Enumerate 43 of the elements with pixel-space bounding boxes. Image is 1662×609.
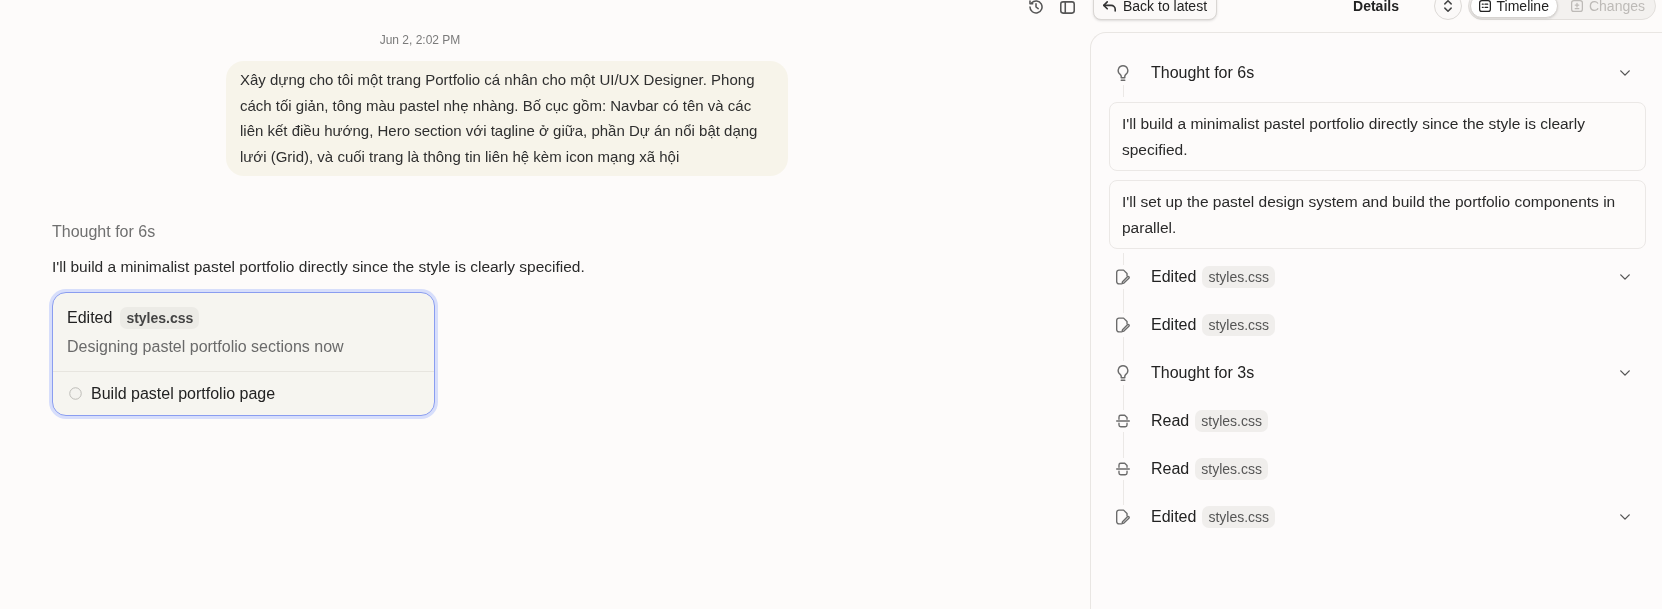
history-icon[interactable] (1029, 0, 1043, 14)
split-file-icon (1116, 462, 1130, 476)
timeline-item-label: Read (1151, 459, 1190, 479)
file-pencil-icon (1116, 317, 1130, 333)
file-name-tag: styles.css (120, 307, 200, 329)
file-name-tag: styles.css (1195, 458, 1268, 480)
thought-note: I'll set up the pastel design system and build the portfolio components in parallel. (1109, 180, 1646, 249)
thought-note: I'll build a minimalist pastel portfolio directly since the style is clearly specified. (1109, 102, 1646, 171)
lightbulb-icon (1117, 365, 1129, 381)
assistant-reply: I'll build a minimalist pastel portfolio directly since the style is clearly specified. (52, 257, 585, 277)
expand-collapse-button[interactable] (1433, 0, 1462, 20)
lightbulb-icon (1117, 65, 1129, 81)
user-message-bubble: Xây dựng cho tôi một trang Portfolio cá nhân cho một UI/UX Designer. Phong cách tối giản, tông màu pastel nhẹ nhàng. Bố cục gồm: Navbar có tên và các liên kết điều hướng, Hero section với tagline ở giữa, phần Dự án nổi bật dạng lưới (Grid), và cuối trang là thông tin liên hệ kèm icon mạng xã hội (226, 61, 788, 176)
timeline-item-label: Read (1151, 411, 1190, 431)
chevron-up-down-icon (1443, 0, 1452, 12)
timeline-item-label: Edited (1151, 315, 1197, 335)
status-text: Designing pastel portfolio sections now (67, 337, 344, 357)
return-arrow-icon (1103, 0, 1116, 12)
chevron-down-icon[interactable] (1620, 370, 1630, 376)
todo-label: Build pastel portfolio page (91, 383, 276, 404)
sidebar-icon[interactable] (1060, 0, 1075, 14)
split-file-icon (1116, 414, 1130, 428)
message-timestamp: Jun 2, 2:02 PM (379, 32, 461, 48)
chevron-down-icon[interactable] (1620, 70, 1630, 76)
timeline-item-label: Thought for 3s (1151, 363, 1255, 383)
timeline-item-label: Edited (1151, 507, 1197, 527)
file-name-tag: styles.css (1202, 314, 1276, 336)
back-to-latest-button[interactable]: Back to latest (1093, 0, 1218, 20)
thought-toggle[interactable]: Thought for 6s (52, 220, 156, 244)
file-pencil-icon (1116, 269, 1130, 285)
diff-file-icon (1570, 0, 1583, 12)
panel-title: Details (1353, 0, 1399, 16)
view-tab[interactable]: Timeline (1469, 0, 1558, 18)
action-label: Edited (67, 308, 113, 328)
file-name-tag: styles.css (1195, 410, 1268, 432)
file-name-tag: styles.css (1202, 506, 1276, 528)
file-name-tag: styles.css (1202, 266, 1276, 288)
list-window-icon (1478, 0, 1491, 12)
file-pencil-icon (1116, 509, 1130, 525)
chevron-down-icon[interactable] (1620, 274, 1630, 280)
chevron-down-icon[interactable] (1620, 514, 1630, 520)
timeline-item-label: Thought for 6s (1151, 63, 1255, 83)
timeline-item-label: Edited (1151, 267, 1197, 287)
